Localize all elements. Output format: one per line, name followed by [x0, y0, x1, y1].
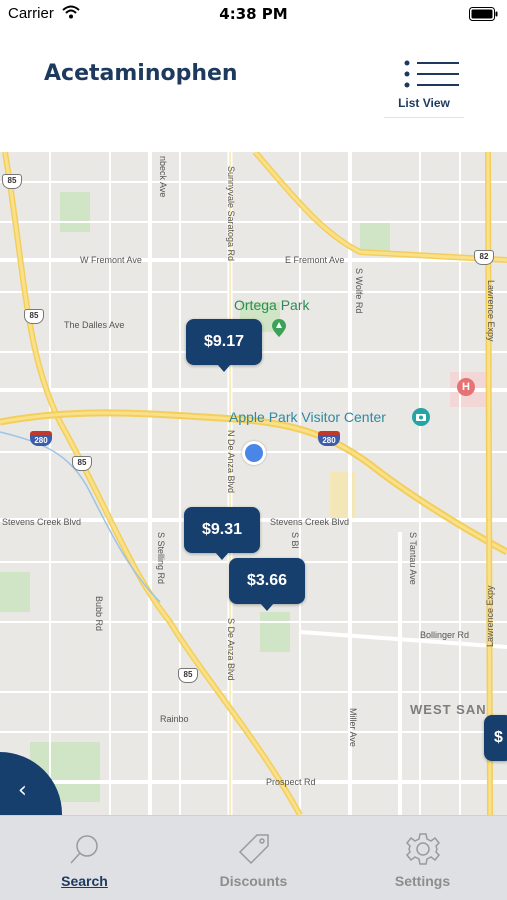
- highway-85-shield: 85: [24, 309, 44, 324]
- street-label: S Wolfe Rd: [354, 268, 364, 314]
- status-bar: Carrier 4:38 PM: [0, 0, 507, 28]
- price-pin[interactable]: $9.17: [186, 319, 263, 372]
- camera-icon: [412, 408, 430, 426]
- tab-label: Search: [61, 873, 108, 889]
- street-label: Stevens Creek Blvd: [2, 517, 82, 527]
- highway-85-shield: 85: [178, 668, 198, 683]
- gear-icon: [405, 832, 440, 871]
- price-pin[interactable]: $3.66: [229, 558, 306, 611]
- highway-82-shield: 82: [474, 250, 494, 265]
- clock: 4:38 PM: [219, 5, 288, 23]
- app-screen: Carrier 4:38 PM Acetaminophen List View …: [0, 0, 507, 900]
- street-label: S Tantau Ave: [408, 532, 418, 585]
- street-label: S Bl: [290, 532, 300, 549]
- price-pin[interactable]: $: [484, 715, 507, 761]
- list-icon: [404, 60, 460, 95]
- chevron-left-icon: ‹: [18, 778, 27, 803]
- street-label: N De Anza Blvd: [226, 430, 236, 494]
- tab-settings[interactable]: Settings: [338, 816, 507, 900]
- street-label: Rainbo: [160, 714, 189, 724]
- street-label: Prospect Rd: [266, 777, 316, 787]
- park-icon: [272, 319, 286, 337]
- list-view-button[interactable]: List View: [384, 58, 464, 118]
- interstate-280-shield: 280: [318, 431, 340, 446]
- interstate-280-shield: 280: [30, 431, 52, 446]
- list-view-label: List View: [398, 96, 450, 110]
- highway-85-shield: 85: [72, 456, 92, 471]
- street-label: The Dalles Ave: [64, 320, 125, 330]
- street-label: E Fremont Ave: [285, 255, 345, 265]
- street-label: Lawrence Expy: [485, 585, 495, 647]
- header: Acetaminophen List View: [0, 28, 507, 152]
- search-icon: [68, 832, 102, 871]
- tag-icon: [237, 832, 271, 871]
- hospital-icon: H: [457, 378, 475, 396]
- poi-label[interactable]: Apple Park Visitor Center: [229, 409, 386, 425]
- tab-search[interactable]: Search: [0, 816, 169, 900]
- poi-label[interactable]: Ortega Park: [234, 297, 309, 313]
- street-label: Bollinger Rd: [420, 630, 470, 640]
- area-label: WEST SAN: [410, 702, 487, 717]
- street-label: Bubb Rd: [94, 596, 104, 632]
- page-title: Acetaminophen: [44, 61, 238, 86]
- map[interactable]: W Fremont Ave E Fremont Ave The Dalles A…: [0, 152, 507, 815]
- tab-label: Settings: [394, 873, 451, 889]
- tab-bar: Search Discounts Settings: [0, 815, 507, 900]
- tab-discounts[interactable]: Discounts: [169, 816, 338, 900]
- price-pin[interactable]: $9.31: [184, 507, 261, 560]
- street-label: Stevens Creek Blvd: [270, 517, 350, 527]
- street-label: Lawrence Expy: [486, 280, 496, 342]
- street-label: nbeck Ave: [158, 156, 168, 198]
- tab-label: Discounts: [219, 873, 288, 889]
- street-label: Miller Ave: [348, 708, 358, 747]
- highway-85-shield: 85: [2, 174, 22, 189]
- street-label: S De Anza Blvd: [226, 618, 236, 681]
- street-label: S Stelling Rd: [156, 532, 166, 585]
- current-location-dot: [242, 441, 266, 465]
- street-label: W Fremont Ave: [80, 255, 142, 265]
- street-label: Sunnyvale Saratoga Rd: [226, 166, 236, 262]
- battery-icon: [469, 7, 499, 25]
